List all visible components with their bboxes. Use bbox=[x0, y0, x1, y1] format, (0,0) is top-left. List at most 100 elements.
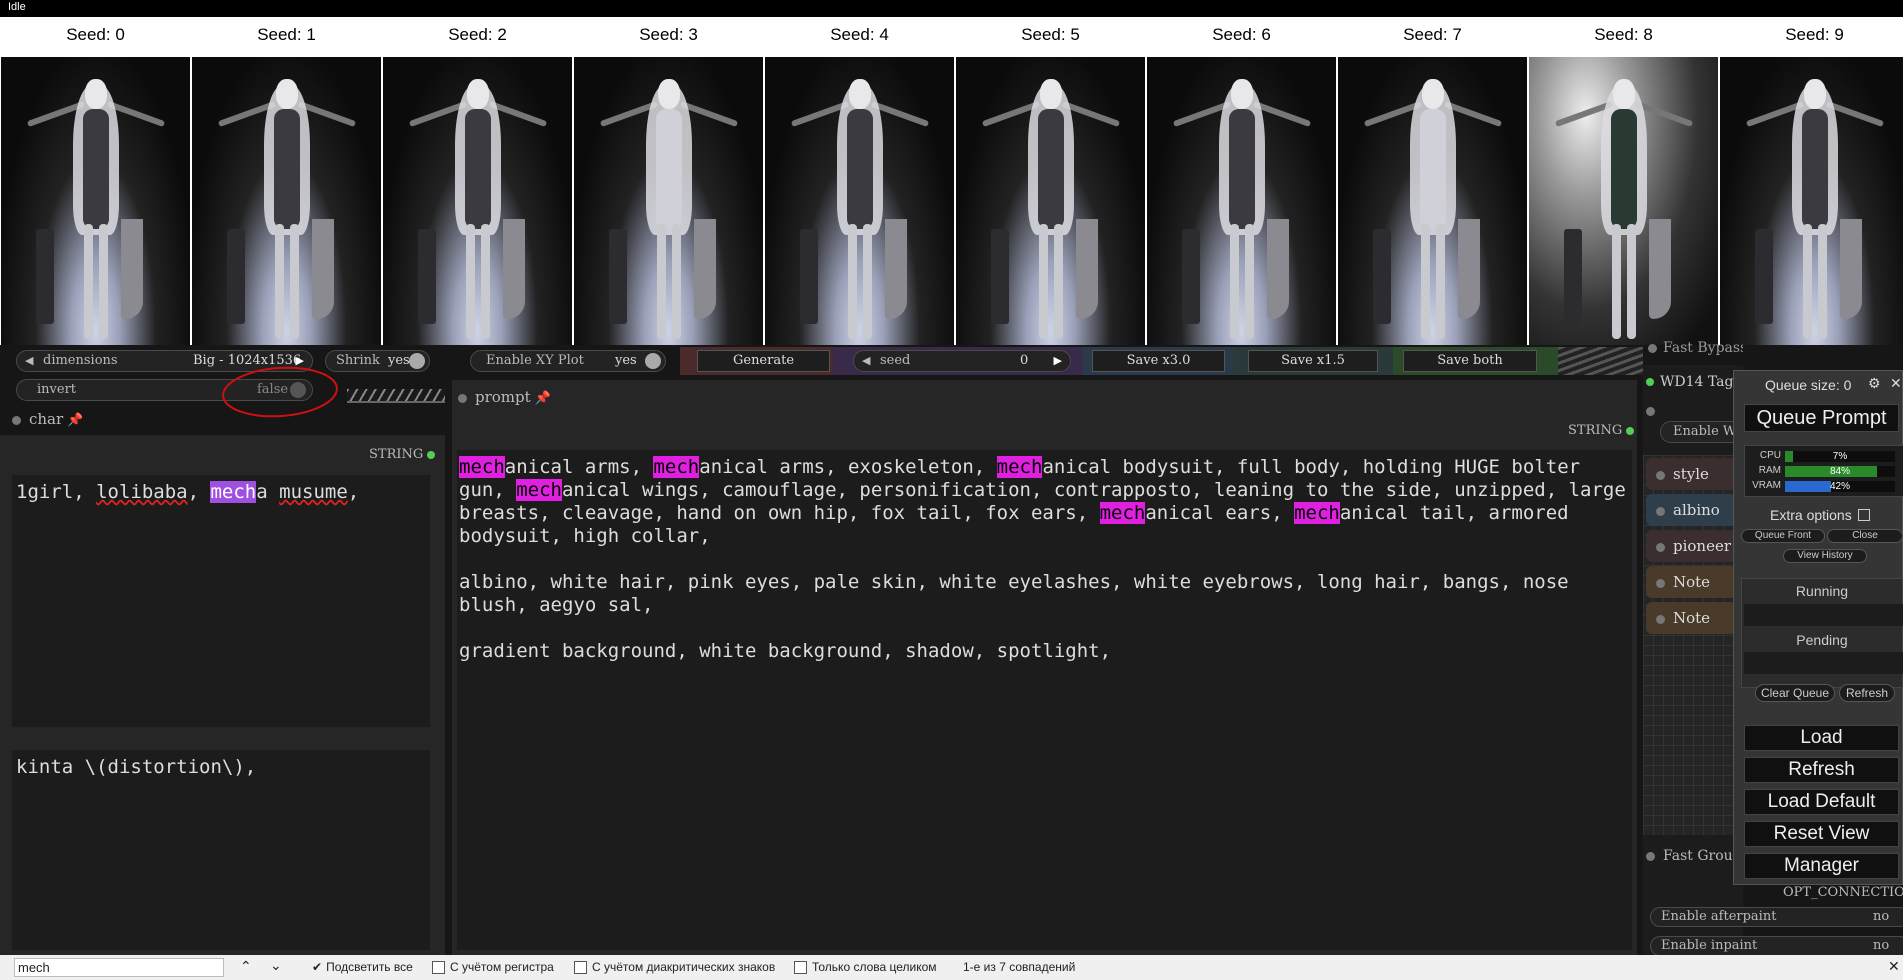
find-input[interactable]: mech bbox=[14, 958, 224, 977]
gear-icon[interactable]: ⚙ bbox=[1868, 376, 1881, 392]
note-node-1[interactable]: Note bbox=[1646, 566, 1736, 598]
albino-node[interactable]: albino bbox=[1646, 494, 1736, 526]
pending-header: Pending bbox=[1796, 632, 1848, 648]
arrow-left-icon[interactable]: ◀ bbox=[862, 351, 870, 371]
style-node[interactable]: style bbox=[1646, 458, 1736, 490]
stat-label: VRAM bbox=[1752, 480, 1781, 491]
stat-value: 7% bbox=[1832, 451, 1848, 462]
inpaint-toggle[interactable]: Enable inpaint no bbox=[1650, 936, 1903, 956]
char-node-title[interactable]: char 📌 bbox=[12, 410, 84, 430]
seed-label: Seed: 8 bbox=[1594, 25, 1653, 44]
clear-queue-button[interactable]: Clear Queue bbox=[1755, 684, 1835, 702]
load-button[interactable]: Load bbox=[1744, 725, 1899, 751]
generated-image[interactable] bbox=[574, 57, 763, 345]
link-wires bbox=[1558, 347, 1643, 375]
prompt-text-segment: gradient background, white background, s… bbox=[459, 640, 1112, 662]
gallery-item[interactable]: Seed: 7 bbox=[1337, 17, 1528, 345]
close-icon[interactable]: ✕ bbox=[1888, 958, 1900, 975]
output-dot-icon bbox=[1626, 426, 1635, 435]
save-x15-button[interactable]: Save x1.5 bbox=[1248, 350, 1378, 372]
search-match: mech bbox=[459, 456, 505, 478]
checkmark-icon: ✔ bbox=[312, 960, 323, 974]
chevron-up-icon[interactable]: ⌃ bbox=[240, 958, 252, 975]
window-title-bar: Idle bbox=[0, 0, 1903, 17]
afterpaint-toggle[interactable]: Enable afterpaint no bbox=[1650, 907, 1903, 927]
gallery-item[interactable]: Seed: 4 bbox=[764, 17, 955, 345]
generated-image[interactable] bbox=[192, 57, 381, 345]
xy-plot-value: yes bbox=[615, 353, 637, 368]
seed-label: Seed: 6 bbox=[1212, 25, 1271, 44]
generated-image[interactable] bbox=[383, 57, 572, 345]
whole-words-option[interactable]: Только слова целиком bbox=[794, 960, 937, 975]
gallery-item[interactable]: Seed: 8 bbox=[1528, 17, 1719, 345]
xy-plot-toggle[interactable]: Enable XY Plot yes bbox=[470, 350, 666, 372]
fast-group-node-title[interactable]: Fast Grou bbox=[1646, 848, 1733, 864]
highlight-all-option[interactable]: ✔ Подсветить все bbox=[312, 960, 413, 974]
generated-image[interactable] bbox=[1, 57, 190, 345]
checkbox-icon bbox=[794, 961, 807, 975]
shrink-value: yes bbox=[388, 353, 410, 368]
wire-bundle bbox=[347, 389, 445, 403]
refresh-queue-button[interactable]: Refresh bbox=[1839, 684, 1895, 702]
arrow-left-icon[interactable]: ◀ bbox=[25, 351, 33, 371]
note-node-2[interactable]: Note bbox=[1646, 602, 1736, 634]
gallery-item[interactable]: Seed: 2 bbox=[382, 17, 573, 345]
chevron-down-icon[interactable]: ⌄ bbox=[270, 957, 282, 974]
node-dot-icon bbox=[1656, 470, 1665, 480]
opt-connection-label: OPT_CONNECTION bbox=[1783, 885, 1903, 900]
seed-widget[interactable]: ◀ seed 0 ▶ bbox=[853, 350, 1071, 372]
node-dot-icon bbox=[1656, 614, 1665, 624]
reset-view-button[interactable]: Reset View bbox=[1744, 821, 1899, 847]
pending-list bbox=[1744, 652, 1903, 674]
node-dot-icon bbox=[458, 393, 467, 403]
gallery-item[interactable]: Seed: 5 bbox=[955, 17, 1146, 345]
arrow-right-icon[interactable]: ▶ bbox=[1054, 351, 1062, 371]
fast-bypasser-node-title[interactable]: Fast Bypasser (rgthree) bbox=[1648, 340, 1743, 358]
stat-label: RAM bbox=[1758, 465, 1781, 476]
load-default-button[interactable]: Load Default bbox=[1744, 789, 1899, 815]
pioneer-node[interactable]: pioneer bbox=[1646, 530, 1736, 562]
find-result-count: 1-е из 7 совпадений bbox=[963, 960, 1076, 974]
extra-options-checkbox[interactable] bbox=[1858, 509, 1870, 521]
seed-label: seed bbox=[880, 353, 911, 368]
queue-size: Queue size: 0 bbox=[1765, 377, 1852, 393]
wd14-node-title[interactable]: WD14 Tag bbox=[1646, 374, 1733, 390]
xy-plot-label: Enable XY Plot bbox=[486, 353, 584, 368]
queue-prompt-button[interactable]: Queue Prompt bbox=[1744, 404, 1899, 432]
prompt-textarea[interactable]: mechanical arms, mechanical arms, exoske… bbox=[457, 450, 1632, 950]
queue-front-button[interactable]: Queue Front bbox=[1741, 529, 1825, 543]
char-negative-textarea[interactable]: kinta \(distortion\), bbox=[12, 750, 430, 950]
node-dot-icon bbox=[1656, 542, 1665, 552]
seed-label: Seed: 0 bbox=[66, 25, 125, 44]
match-case-option[interactable]: С учётом регистра bbox=[432, 960, 554, 975]
generated-image[interactable] bbox=[956, 57, 1145, 345]
gallery-item[interactable]: Seed: 0 bbox=[0, 17, 191, 345]
generated-image[interactable] bbox=[1338, 57, 1527, 345]
seed-label: Seed: 2 bbox=[448, 25, 507, 44]
gallery-item[interactable]: Seed: 1 bbox=[191, 17, 382, 345]
stat-cpu: CPU 7% bbox=[1745, 450, 1903, 463]
close-button[interactable]: Close bbox=[1827, 529, 1903, 543]
prompt-text-segment: anical arms, exoskeleton, bbox=[699, 456, 997, 478]
diacritics-option[interactable]: С учётом диакритических знаков bbox=[574, 960, 775, 975]
gallery-item[interactable]: Seed: 3 bbox=[573, 17, 764, 345]
generate-button[interactable]: Generate bbox=[697, 350, 830, 372]
running-header: Running bbox=[1795, 583, 1849, 599]
gallery-item[interactable]: Seed: 9 bbox=[1719, 17, 1903, 345]
generated-image[interactable] bbox=[765, 57, 954, 345]
save-both-button[interactable]: Save both bbox=[1403, 350, 1537, 372]
manager-button[interactable]: Manager bbox=[1744, 853, 1899, 879]
save-x3-button[interactable]: Save x3.0 bbox=[1092, 350, 1225, 372]
generated-image[interactable] bbox=[1720, 57, 1903, 345]
close-icon[interactable]: ✕ bbox=[1890, 376, 1902, 392]
find-bar: mech ⌃ ⌄ ✔ Подсветить все С учётом регист… bbox=[0, 955, 1903, 980]
refresh-button[interactable]: Refresh bbox=[1744, 757, 1899, 783]
char-positive-textarea[interactable]: 1girl, lolibaba, mecha musume, bbox=[12, 475, 430, 727]
image-gallery: Seed: 0 Seed: 1 Seed: 2 Seed: 3 Seed: 4 Seed:… bbox=[0, 17, 1903, 345]
view-history-button[interactable]: View History bbox=[1783, 549, 1867, 563]
gallery-item[interactable]: Seed: 6 bbox=[1146, 17, 1337, 345]
generated-image[interactable] bbox=[1529, 57, 1718, 345]
generated-image[interactable] bbox=[1147, 57, 1336, 345]
prompt-node-title[interactable]: prompt 📌 bbox=[458, 388, 551, 406]
node-dot-icon bbox=[1656, 506, 1665, 516]
